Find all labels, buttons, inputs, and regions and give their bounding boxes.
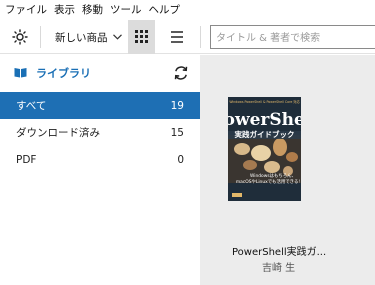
sort-label: 新しい商品: [55, 31, 108, 44]
chevron-down-icon: [112, 34, 122, 40]
sidebar-item-pdf[interactable]: PDF 0: [0, 146, 200, 173]
toolbar: 新しい商品: [0, 20, 375, 54]
grid-view-button[interactable]: [128, 20, 155, 54]
search-box[interactable]: [210, 25, 375, 50]
menu-bar: ファイル 表示 移動 ツール ヘルプ: [0, 0, 375, 20]
sidebar-item-count: 0: [177, 153, 184, 166]
library-title[interactable]: ライブラリ: [36, 65, 91, 81]
cover-tagline-2: macOSやLinuxでも活用できる!: [236, 178, 300, 185]
toolbar-divider: [40, 26, 41, 48]
sidebar: ライブラリ すべて 19 ダウンロード済み 15 PDF 0: [0, 55, 200, 285]
book-icon: [14, 68, 27, 78]
list-view-icon[interactable]: [168, 28, 186, 46]
menu-go[interactable]: 移動: [82, 0, 103, 20]
book-title[interactable]: PowerShell実践ガ...: [200, 243, 375, 258]
publisher-logo: [232, 193, 242, 197]
search-input[interactable]: [211, 27, 375, 50]
cover-top-line: Windows PowerShell & PowerShell Core 対応: [229, 99, 300, 104]
sidebar-item-downloaded[interactable]: ダウンロード済み 15: [0, 119, 200, 146]
sidebar-item-count: 15: [170, 126, 184, 139]
menu-tools[interactable]: ツール: [110, 0, 142, 20]
book-cover[interactable]: Windows PowerShell & PowerShell Core 対応 …: [211, 97, 318, 201]
sidebar-item-count: 19: [170, 99, 184, 112]
sidebar-item-label: ダウンロード済み: [16, 127, 100, 139]
menu-file[interactable]: ファイル: [5, 0, 47, 20]
sidebar-item-label: すべて: [16, 100, 47, 112]
menu-help[interactable]: ヘルプ: [149, 0, 181, 20]
book-author: 吉崎 生: [262, 263, 296, 274]
brightness-icon[interactable]: [12, 29, 28, 45]
sidebar-item-label: PDF: [16, 153, 37, 166]
sort-dropdown[interactable]: 新しい商品: [52, 25, 126, 49]
toolbar-divider: [200, 26, 201, 48]
library-content: Windows PowerShell & PowerShell Core 対応 …: [200, 55, 375, 285]
cover-sub-title: 実践ガイドブック: [235, 129, 295, 139]
sidebar-item-all[interactable]: すべて 19: [0, 92, 200, 119]
book-cover-image: Windows PowerShell & PowerShell Core 対応 …: [211, 97, 318, 201]
cover-main-title: PowerShell: [228, 110, 301, 130]
menu-view[interactable]: 表示: [54, 0, 75, 20]
grid-icon: [135, 30, 148, 43]
refresh-icon[interactable]: [173, 65, 189, 81]
cover-tagline-1: Windowsはもちろん、: [250, 173, 296, 179]
library-header: ライブラリ: [0, 55, 200, 91]
